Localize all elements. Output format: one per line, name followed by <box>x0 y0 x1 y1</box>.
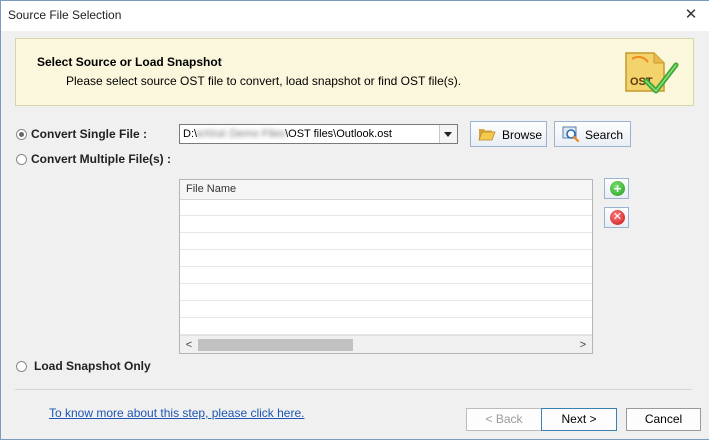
window-title: Source File Selection <box>8 8 122 22</box>
remove-file-button[interactable]: ✕ <box>604 207 629 228</box>
help-link[interactable]: To know more about this step, please cli… <box>49 406 304 420</box>
title-bar[interactable]: Source File Selection ✕ <box>1 1 709 30</box>
banner-description: Please select source OST file to convert… <box>66 74 462 88</box>
browse-button[interactable]: Browse <box>470 121 547 147</box>
add-file-button[interactable]: + <box>604 178 629 199</box>
next-button[interactable]: Next > <box>541 408 617 431</box>
dialog-content: Select Source or Load Snapshot Please se… <box>1 31 709 439</box>
search-label: Search <box>585 128 624 142</box>
load-snapshot-label[interactable]: Load Snapshot Only <box>34 359 151 373</box>
search-icon <box>562 126 580 142</box>
banner-title: Select Source or Load Snapshot <box>37 55 222 69</box>
source-path-combo[interactable]: D:\eXtra\ Demo Files\OST files\Outlook.o… <box>179 124 458 144</box>
search-button[interactable]: Search <box>554 121 631 147</box>
header-banner: Select Source or Load Snapshot Please se… <box>15 38 694 106</box>
scrollbar-thumb[interactable] <box>198 339 353 351</box>
path-prefix: D:\ <box>183 128 198 140</box>
convert-multiple-label[interactable]: Convert Multiple File(s) : <box>31 152 171 166</box>
convert-single-label[interactable]: Convert Single File : <box>31 127 147 141</box>
scroll-right-icon[interactable]: > <box>576 338 590 352</box>
file-list-header[interactable]: File Name <box>180 180 592 200</box>
remove-icon: ✕ <box>610 210 625 225</box>
path-blurred: eXtra\ Demo Files <box>197 128 286 140</box>
column-header-file-name[interactable]: File Name <box>186 183 236 195</box>
source-path-value: D:\eXtra\ Demo Files\OST files\Outlook.o… <box>183 128 392 140</box>
path-suffix: \OST files\Outlook.ost <box>285 128 392 140</box>
cancel-button[interactable]: Cancel <box>626 408 701 431</box>
horizontal-scrollbar[interactable]: < > <box>180 335 592 353</box>
load-snapshot-radio[interactable] <box>16 361 27 372</box>
convert-single-radio[interactable] <box>16 129 27 140</box>
ost-logo-icon: OST <box>625 52 679 94</box>
dialog-window: Source File Selection ✕ Select Source or… <box>0 0 709 440</box>
file-list-grid[interactable]: File Name < > <box>179 179 593 354</box>
close-button[interactable]: ✕ <box>681 5 701 25</box>
scroll-left-icon[interactable]: < <box>182 338 196 352</box>
browse-label: Browse <box>502 128 543 142</box>
footer-divider <box>15 389 692 390</box>
convert-multiple-radio[interactable] <box>16 154 27 165</box>
back-button[interactable]: < Back <box>466 408 542 431</box>
chevron-down-icon[interactable] <box>439 125 457 143</box>
folder-open-icon <box>478 129 496 141</box>
add-icon: + <box>610 181 625 196</box>
file-list-body <box>180 199 592 335</box>
